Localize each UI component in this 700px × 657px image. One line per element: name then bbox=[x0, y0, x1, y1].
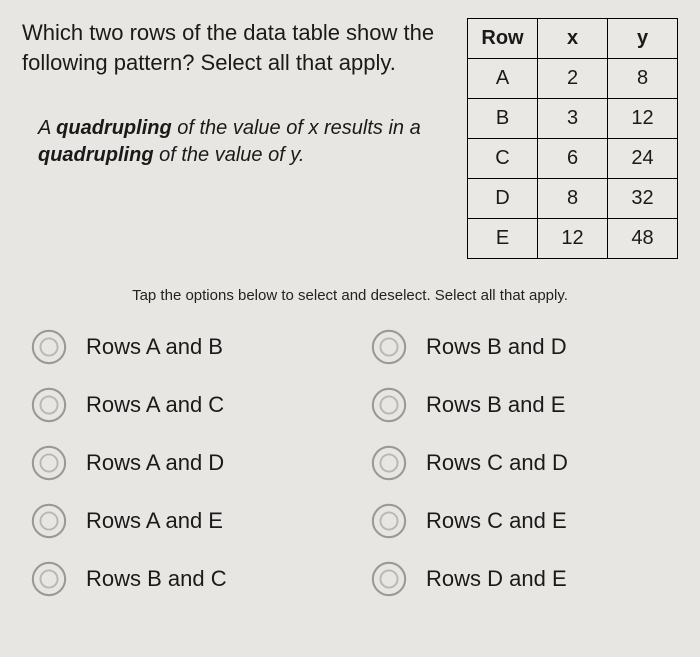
table-header-row: Row bbox=[468, 19, 538, 59]
table-cell: E bbox=[468, 219, 538, 259]
option-label: Rows B and E bbox=[426, 392, 565, 418]
option-label: Rows D and E bbox=[426, 566, 567, 592]
table-cell: 8 bbox=[608, 59, 678, 99]
option-3[interactable]: Rows A and E bbox=[30, 502, 330, 540]
option-9[interactable]: Rows D and E bbox=[370, 560, 670, 598]
options-grid: Rows A and B Rows B and D Rows A and C R… bbox=[22, 328, 678, 598]
table-row: C624 bbox=[468, 139, 678, 179]
data-table: Row x y A28B312C624D832E1248 bbox=[467, 18, 678, 259]
option-2[interactable]: Rows A and D bbox=[30, 444, 330, 482]
option-1[interactable]: Rows A and C bbox=[30, 386, 330, 424]
table-cell: B bbox=[468, 99, 538, 139]
radio-icon bbox=[370, 328, 408, 366]
option-label: Rows B and C bbox=[86, 566, 227, 592]
radio-icon bbox=[370, 560, 408, 598]
table-cell: D bbox=[468, 179, 538, 219]
table-row: E1248 bbox=[468, 219, 678, 259]
option-label: Rows A and E bbox=[86, 508, 223, 534]
table-cell: A bbox=[468, 59, 538, 99]
instruction-text: Tap the options below to select and dese… bbox=[22, 287, 678, 304]
table-row: B312 bbox=[468, 99, 678, 139]
option-label: Rows C and E bbox=[426, 508, 567, 534]
option-label: Rows B and D bbox=[426, 334, 567, 360]
radio-icon bbox=[30, 560, 68, 598]
radio-icon bbox=[370, 444, 408, 482]
question-text: Which two rows of the data table show th… bbox=[22, 18, 439, 77]
option-7[interactable]: Rows C and D bbox=[370, 444, 670, 482]
radio-icon bbox=[30, 502, 68, 540]
table-row: D832 bbox=[468, 179, 678, 219]
table-header-y: y bbox=[608, 19, 678, 59]
table-cell: 12 bbox=[608, 99, 678, 139]
option-6[interactable]: Rows B and E bbox=[370, 386, 670, 424]
table-cell: C bbox=[468, 139, 538, 179]
option-label: Rows A and C bbox=[86, 392, 224, 418]
radio-icon bbox=[370, 386, 408, 424]
option-label: Rows A and B bbox=[86, 334, 223, 360]
option-label: Rows C and D bbox=[426, 450, 568, 476]
table-cell: 48 bbox=[608, 219, 678, 259]
table-cell: 8 bbox=[538, 179, 608, 219]
radio-icon bbox=[30, 328, 68, 366]
option-4[interactable]: Rows B and C bbox=[30, 560, 330, 598]
table-header-x: x bbox=[538, 19, 608, 59]
option-label: Rows A and D bbox=[86, 450, 224, 476]
radio-icon bbox=[370, 502, 408, 540]
table-cell: 12 bbox=[538, 219, 608, 259]
table-cell: 3 bbox=[538, 99, 608, 139]
table-cell: 2 bbox=[538, 59, 608, 99]
table-cell: 32 bbox=[608, 179, 678, 219]
left-column: Which two rows of the data table show th… bbox=[22, 18, 439, 169]
option-5[interactable]: Rows B and D bbox=[370, 328, 670, 366]
radio-icon bbox=[30, 444, 68, 482]
radio-icon bbox=[30, 386, 68, 424]
table-cell: 6 bbox=[538, 139, 608, 179]
table-cell: 24 bbox=[608, 139, 678, 179]
option-8[interactable]: Rows C and E bbox=[370, 502, 670, 540]
pattern-text: A quadrupling of the value of x results … bbox=[22, 115, 439, 169]
top-section: Which two rows of the data table show th… bbox=[22, 18, 678, 259]
table-row: A28 bbox=[468, 59, 678, 99]
option-0[interactable]: Rows A and B bbox=[30, 328, 330, 366]
table-body: A28B312C624D832E1248 bbox=[468, 59, 678, 259]
